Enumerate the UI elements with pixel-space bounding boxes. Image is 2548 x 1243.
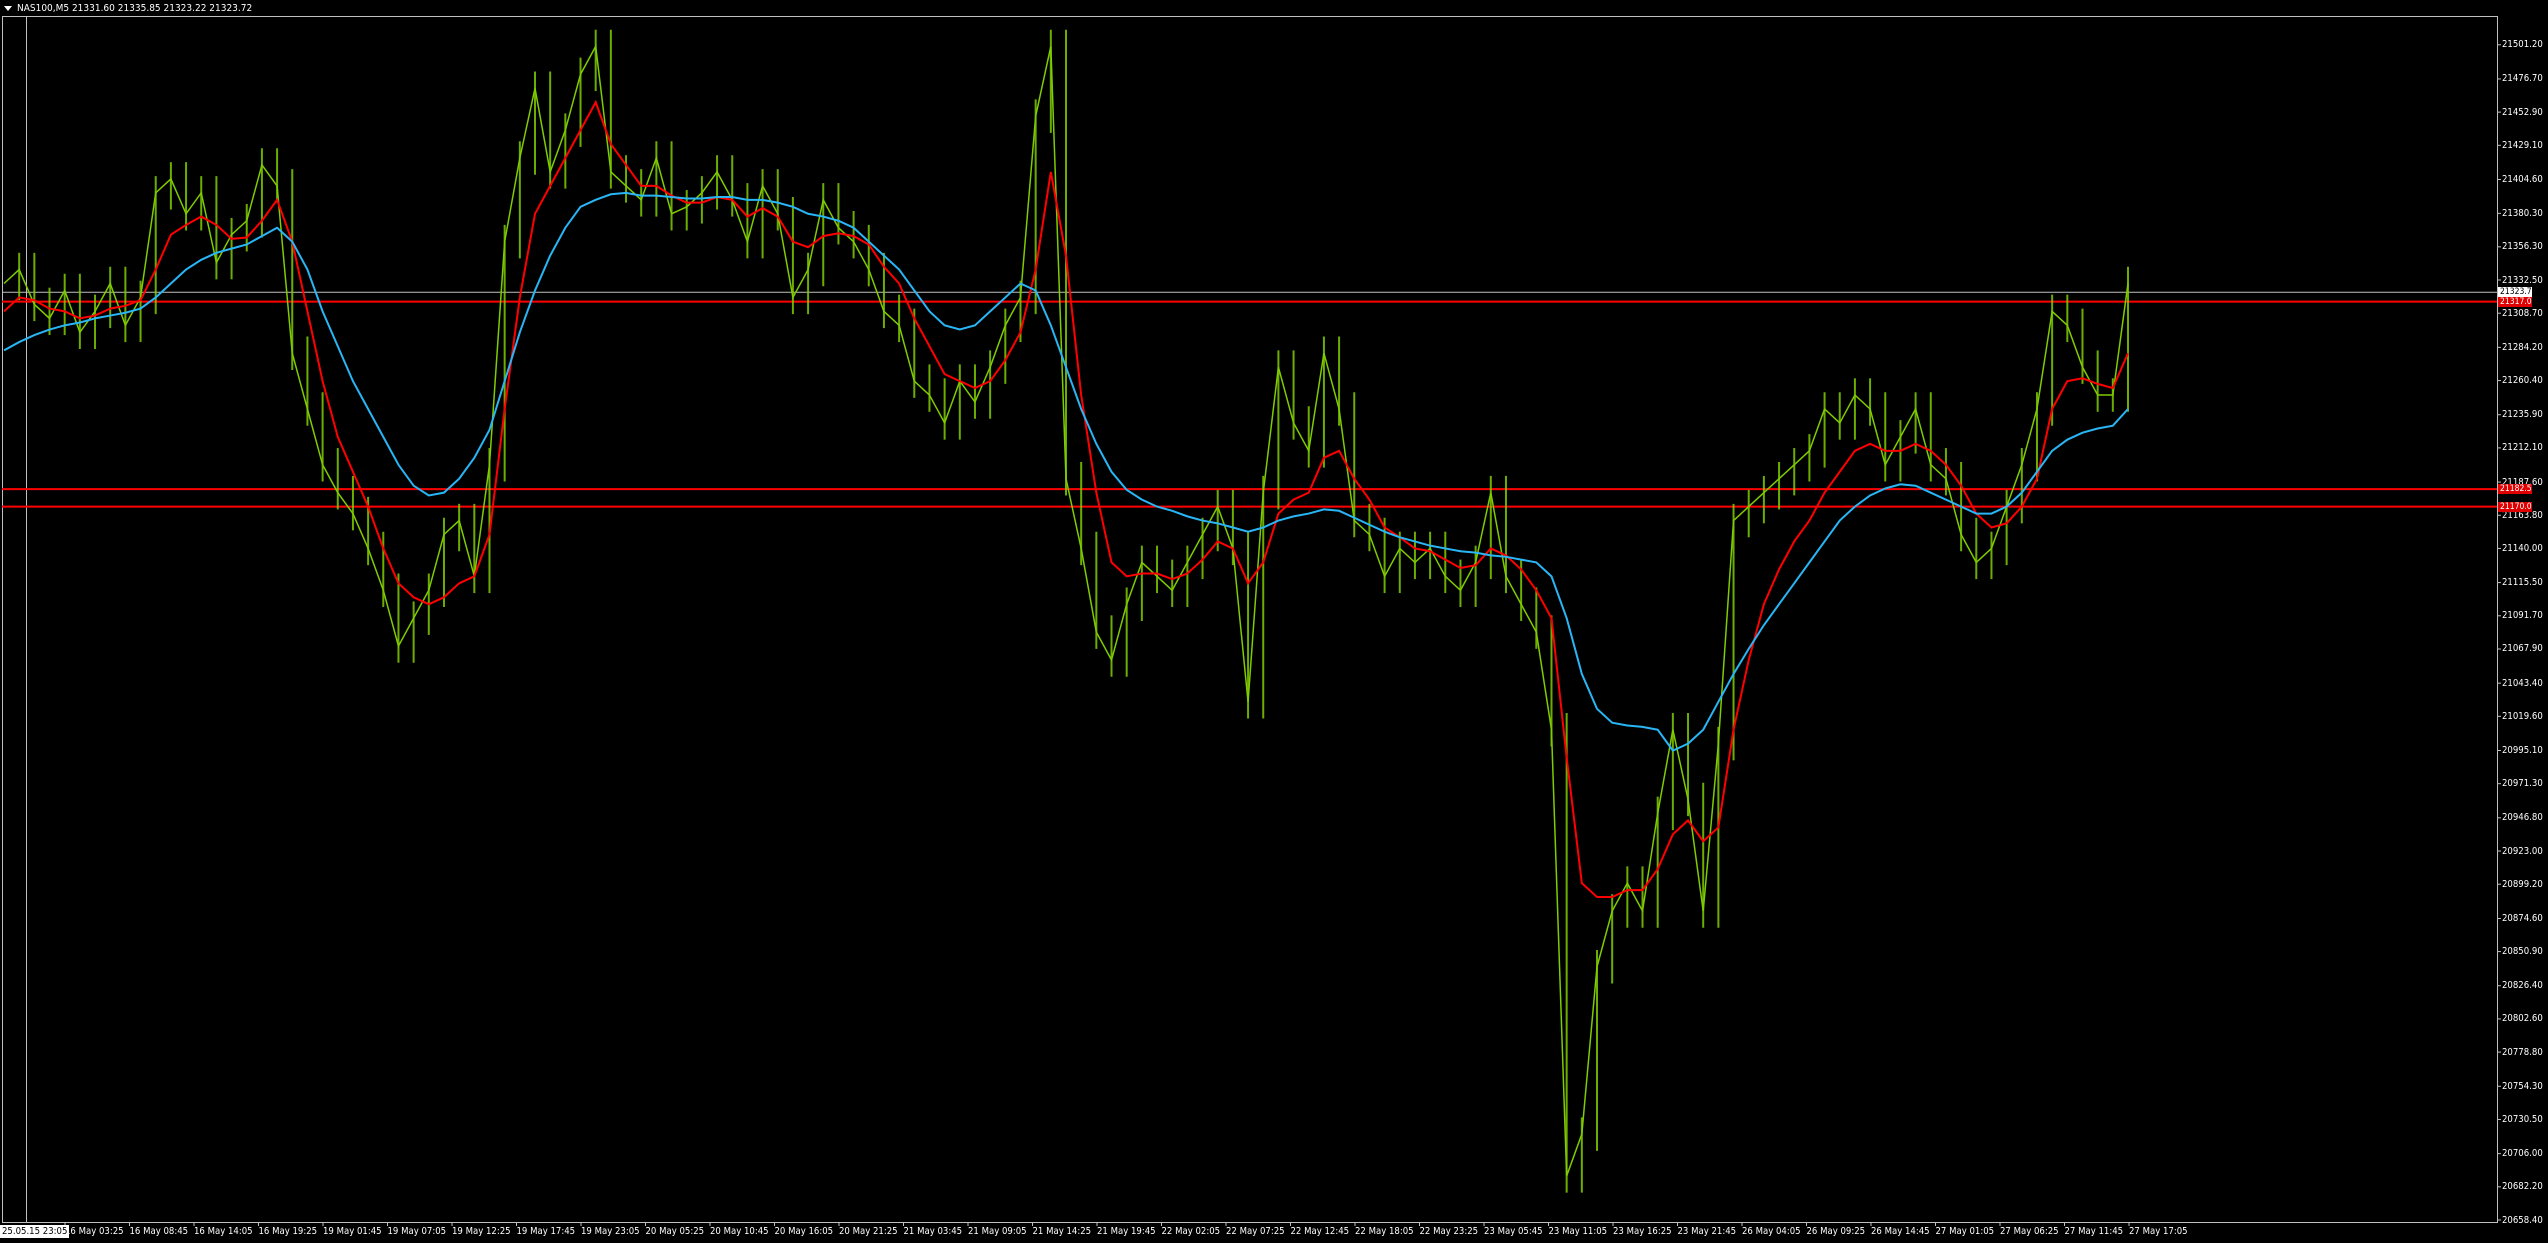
- time-tick-label: 27 May 17:05: [2129, 1226, 2188, 1237]
- time-tick-label: 19 May 01:45: [323, 1226, 382, 1237]
- time-tick-label: 27 May 11:45: [2064, 1226, 2124, 1237]
- chart-canvas[interactable]: [0, 0, 2548, 1243]
- time-tick-label: 16 May 19:25: [258, 1226, 318, 1237]
- time-tick-label: 22 May 12:45: [1290, 1226, 1350, 1237]
- time-tick-label: 21 May 09:05: [968, 1226, 1027, 1237]
- level-price-tag: 21182.50: [2498, 484, 2532, 495]
- price-tick-label: 21212.10: [2502, 442, 2543, 454]
- time-tick-label: 16 May 03:25: [65, 1226, 124, 1237]
- price-tick-label: 21332.50: [2502, 274, 2543, 286]
- price-tick-label: 21043.40: [2502, 677, 2543, 689]
- price-tick-label: 21404.60: [2502, 173, 2543, 185]
- time-tick-label: 22 May 23:25: [1419, 1226, 1479, 1237]
- time-tick-label: 22 May 07:25: [1226, 1226, 1285, 1237]
- price-series: [3, 29, 2129, 1193]
- time-tick-label: 21 May 19:45: [1097, 1226, 1156, 1237]
- time-tick-label: 20 May 10:45: [710, 1226, 769, 1237]
- price-tick-label: 20923.00: [2502, 845, 2543, 857]
- plot-frame: [2, 16, 2498, 1223]
- chart-title: NAS100,M5 21331.60 21335.85 21323.22 213…: [4, 3, 252, 15]
- symbol-ohlc-line: NAS100,M5 21331.60 21335.85 21323.22 213…: [17, 3, 253, 14]
- price-tick-label: 20826.40: [2502, 980, 2543, 992]
- time-tick-label: 19 May 07:05: [387, 1226, 447, 1237]
- time-tick-label: 23 May 21:45: [1677, 1226, 1737, 1237]
- price-tick-label: 21452.90: [2502, 106, 2543, 118]
- price-tick-label: 21235.90: [2502, 409, 2543, 421]
- price-tick-label: 20899.20: [2502, 878, 2543, 890]
- time-tick-label: 21 May 03:45: [903, 1226, 963, 1237]
- price-tick-label: 21284.20: [2502, 341, 2543, 353]
- time-tick-label: 22 May 18:05: [1355, 1226, 1414, 1237]
- time-tick-label: 23 May 16:25: [1613, 1226, 1672, 1237]
- time-tick-label: 26 May 04:05: [1742, 1226, 1801, 1237]
- price-tick-label: 20802.60: [2502, 1013, 2543, 1025]
- time-tick-label: 19 May 23:05: [581, 1226, 640, 1237]
- time-tick-label: 27 May 01:05: [1935, 1226, 1995, 1237]
- price-tick-label: 20778.80: [2502, 1046, 2543, 1058]
- time-tick-label: 16 May 14:05: [194, 1226, 253, 1237]
- price-tick-label: 21308.70: [2502, 307, 2543, 319]
- price-tick-label: 21260.40: [2502, 375, 2543, 387]
- time-tick-label: 16 May 08:45: [129, 1226, 189, 1237]
- time-tick-label: 21 May 14:25: [1032, 1226, 1092, 1237]
- price-tick-label: 20658.40: [2502, 1214, 2543, 1226]
- price-tick-label: 21476.70: [2502, 73, 2543, 85]
- price-tick-label: 21115.50: [2502, 577, 2543, 589]
- time-tick-label: 20 May 21:25: [839, 1226, 898, 1237]
- price-tick-label: 21501.20: [2502, 39, 2543, 51]
- time-tick-label: 19 May 12:25: [452, 1226, 511, 1237]
- time-tick-label: 26 May 14:45: [1871, 1226, 1930, 1237]
- price-tick-label: 21429.10: [2502, 139, 2543, 151]
- price-tick-label: 21019.60: [2502, 710, 2543, 722]
- current-price-tag: 21323.72: [2498, 287, 2532, 298]
- time-tick-label: 25.05.15 23:05: [0, 1225, 70, 1238]
- time-tick-label: 19 May 17:45: [516, 1226, 576, 1237]
- time-tick-label: 23 May 11:05: [1548, 1226, 1608, 1237]
- axis-ticks: [64, 44, 2501, 1226]
- time-tick-label: 23 May 05:45: [1484, 1226, 1543, 1237]
- price-tick-label: 21091.70: [2502, 610, 2543, 622]
- price-tick-label: 20874.60: [2502, 913, 2543, 925]
- time-tick-label: 20 May 16:05: [774, 1226, 834, 1237]
- price-tick-label: 20995.10: [2502, 744, 2543, 756]
- chart-window[interactable]: NAS100,M5 21331.60 21335.85 21323.22 213…: [0, 0, 2548, 1243]
- price-tick-label: 21380.30: [2502, 207, 2543, 219]
- level-price-tag: 21170.00: [2498, 501, 2532, 512]
- time-tick-label: 27 May 06:25: [2000, 1226, 2059, 1237]
- price-tick-label: 20850.90: [2502, 946, 2543, 958]
- price-tick-label: 21356.30: [2502, 241, 2543, 253]
- level-price-tag: 21317.00: [2498, 296, 2532, 307]
- price-tick-label: 20682.20: [2502, 1181, 2543, 1193]
- price-tick-label: 20730.50: [2502, 1113, 2543, 1125]
- price-tick-label: 21140.00: [2502, 542, 2543, 554]
- price-tick-label: 20971.30: [2502, 778, 2543, 790]
- price-tick-label: 20706.00: [2502, 1148, 2543, 1160]
- time-tick-label: 26 May 09:25: [1806, 1226, 1866, 1237]
- price-tick-label: 21067.90: [2502, 643, 2543, 655]
- price-tick-label: 20754.30: [2502, 1080, 2543, 1092]
- chevron-down-icon[interactable]: [4, 5, 12, 11]
- plot-border: [2, 16, 2498, 1223]
- time-tick-label: 22 May 02:05: [1161, 1226, 1221, 1237]
- price-tick-label: 20946.80: [2502, 812, 2543, 824]
- time-tick-label: 20 May 05:25: [645, 1226, 705, 1237]
